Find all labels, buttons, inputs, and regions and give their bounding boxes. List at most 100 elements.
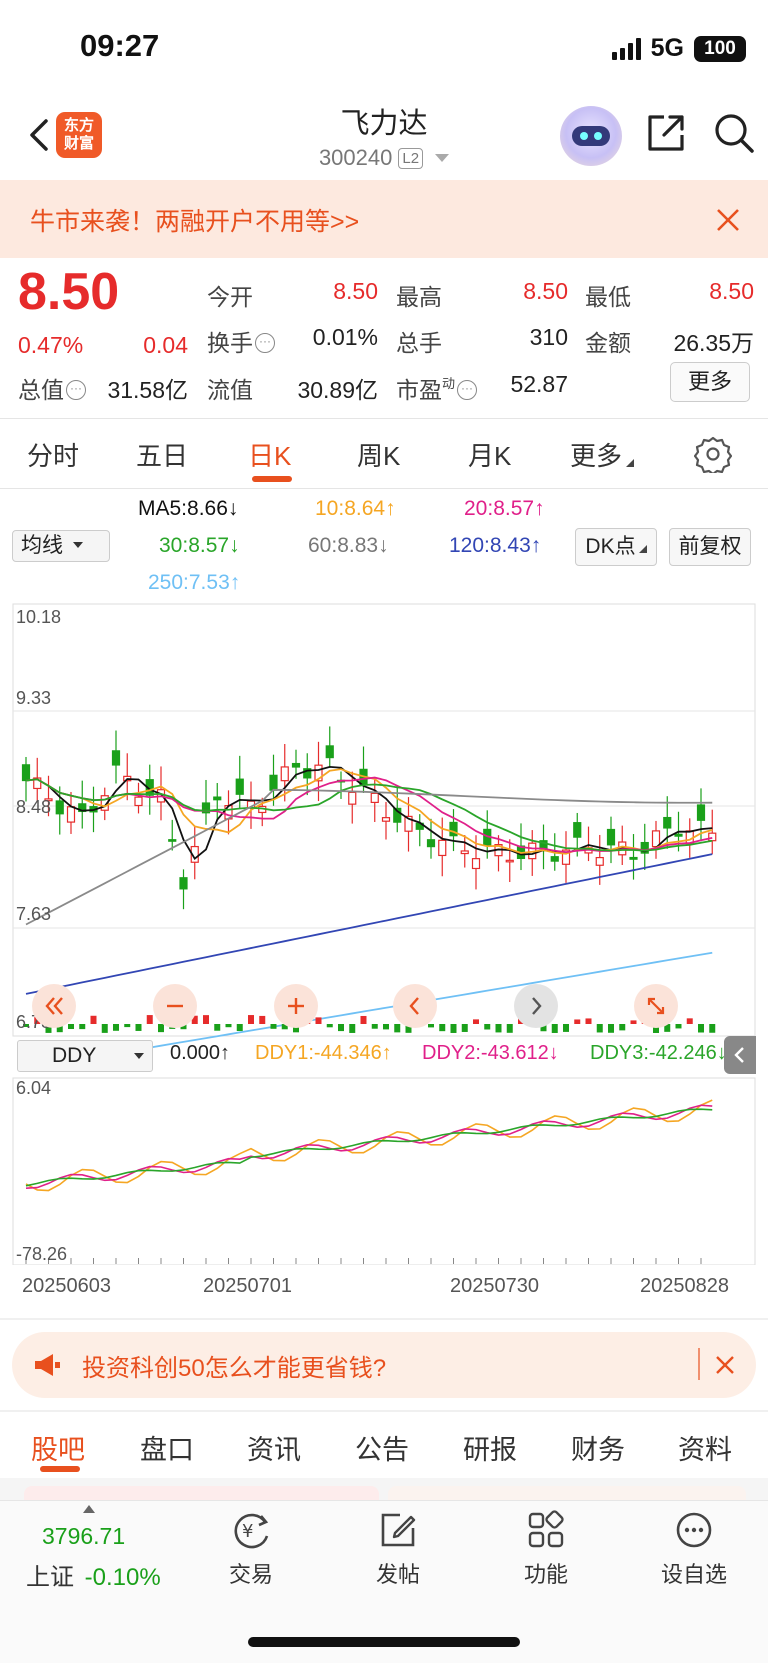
ddy-bar xyxy=(326,1024,333,1028)
candle-body xyxy=(280,766,289,782)
candle-body xyxy=(663,816,672,829)
tab-news[interactable]: 资讯 xyxy=(247,1428,301,1467)
info-icon[interactable]: ··· xyxy=(255,333,275,353)
search-icon[interactable] xyxy=(712,111,756,155)
tab-finance[interactable]: 财务 xyxy=(571,1428,625,1467)
ddy-bar xyxy=(90,1015,97,1024)
more-dots-icon[interactable] xyxy=(674,1510,714,1550)
info-icon[interactable]: ··· xyxy=(457,380,478,400)
ddy-bar xyxy=(101,1024,108,1033)
tab-daily-k[interactable]: 日K xyxy=(248,436,291,473)
candle-body xyxy=(550,856,559,862)
volume-label: 总手 xyxy=(396,330,442,356)
assistant-robot-icon[interactable] xyxy=(560,106,622,166)
share-icon[interactable] xyxy=(644,111,688,155)
tab-forum[interactable]: 股吧 xyxy=(31,1428,85,1467)
ddy-value: 0.000↑ xyxy=(170,1042,231,1064)
ddy-bar xyxy=(461,1024,468,1032)
tab-intraday[interactable]: 分时 xyxy=(27,436,79,473)
tab-more[interactable]: 更多 xyxy=(570,436,635,473)
pe-label[interactable]: 市盈动 ··· xyxy=(396,371,478,405)
index-value[interactable]: 3796.71 xyxy=(42,1523,125,1550)
candle-body xyxy=(235,778,244,795)
ddy1-value: DDY1:-44.346↑ xyxy=(255,1042,392,1064)
banner-text[interactable]: 牛市来袭！两融开户不用等>> xyxy=(30,202,359,238)
ddy-bar xyxy=(608,1024,614,1033)
ma-lines xyxy=(25,765,713,1070)
gear-icon[interactable] xyxy=(694,435,732,473)
mktcap-label[interactable]: 总值 ··· xyxy=(18,371,86,405)
megaphone-icon xyxy=(35,1354,60,1376)
ddy-bar xyxy=(360,1015,367,1024)
index-change: -0.10% xyxy=(84,1564,161,1591)
trade-icon[interactable]: ¥ xyxy=(228,1510,274,1552)
tab-research[interactable]: 研报 xyxy=(463,1428,517,1467)
index-quote[interactable]: 上证 -0.10% xyxy=(26,1557,161,1592)
tab-indicator xyxy=(252,476,292,482)
indicator-label: DDY xyxy=(52,1044,97,1067)
indicator-select[interactable]: DDY xyxy=(17,1040,153,1072)
close-icon[interactable] xyxy=(712,204,744,236)
candle-body xyxy=(381,817,391,822)
candle-body xyxy=(438,839,447,857)
post-icon[interactable] xyxy=(378,1510,418,1550)
fullscreen-button[interactable] xyxy=(634,984,678,1028)
tab-weekly-k[interactable]: 周K xyxy=(357,436,400,473)
candle-body xyxy=(55,800,64,815)
zoom-in-button[interactable] xyxy=(274,984,318,1028)
home-indicator xyxy=(248,1637,520,1647)
adjust-button[interactable]: 前复权 xyxy=(669,528,751,566)
ddy-bar xyxy=(686,1018,693,1024)
collapse-handle[interactable] xyxy=(724,1036,756,1074)
scroll-left-button[interactable] xyxy=(393,984,437,1028)
content-preview xyxy=(0,1478,768,1502)
ddy-bar xyxy=(563,1024,569,1032)
y-axis-label-2: 9.33 xyxy=(16,688,52,708)
ddy-bar xyxy=(371,1024,378,1029)
svg-text:¥: ¥ xyxy=(242,1521,253,1542)
candlestick-chart[interactable] xyxy=(12,603,756,1265)
functions-label[interactable]: 功能 xyxy=(486,1557,606,1589)
grid-icon[interactable] xyxy=(526,1510,566,1550)
ddy-axis-top: 6.04 xyxy=(16,1078,52,1098)
dk-point-button[interactable]: DK点 xyxy=(575,528,657,566)
chevron-left-icon xyxy=(734,1047,744,1063)
tab-order-book[interactable]: 盘口 xyxy=(140,1428,194,1467)
zoom-out-button[interactable] xyxy=(153,984,197,1028)
date-label: 20250701 xyxy=(203,1275,292,1297)
candle-body xyxy=(370,792,379,804)
candle-body xyxy=(460,850,469,855)
scroll-left-fast-button[interactable] xyxy=(32,984,76,1028)
dk-point-label: DK点 xyxy=(585,535,636,558)
more-button[interactable]: 更多 xyxy=(670,362,750,402)
low-value: 8.50 xyxy=(709,278,754,304)
tab-five-day[interactable]: 五日 xyxy=(136,436,188,473)
ma5-value: MA5:8.66↓ xyxy=(138,497,239,520)
scroll-right-button[interactable] xyxy=(514,984,558,1028)
post-label[interactable]: 发帖 xyxy=(338,1557,458,1589)
turnover-label[interactable]: 换手 ··· xyxy=(207,324,275,358)
candle-body xyxy=(269,774,278,791)
ddy-bar xyxy=(506,1024,513,1033)
watchlist-label[interactable]: 设自选 xyxy=(634,1557,754,1589)
tab-monthly-k[interactable]: 月K xyxy=(468,436,511,473)
candle-body xyxy=(629,856,638,860)
high-label: 最高 xyxy=(396,284,442,310)
promo-text[interactable]: 投资科创50怎么才能更省钱? xyxy=(82,1348,386,1383)
float-value: 30.89亿 xyxy=(297,377,378,403)
ma-type-select[interactable]: 均线 xyxy=(12,530,110,562)
trade-label[interactable]: 交易 xyxy=(191,1557,311,1589)
index-name: 上证 xyxy=(26,1564,74,1591)
candle-body xyxy=(21,764,31,782)
double-chevron-left-icon xyxy=(45,997,63,1015)
ddy-bar xyxy=(315,1017,322,1024)
ddy-bar xyxy=(698,1024,704,1033)
chevron-down-icon xyxy=(134,1053,144,1059)
y-axis-label-3: 8.48 xyxy=(16,797,52,817)
tab-announcements[interactable]: 公告 xyxy=(355,1428,409,1467)
info-icon[interactable]: ··· xyxy=(66,380,86,400)
close-icon[interactable] xyxy=(712,1352,738,1378)
tab-profile[interactable]: 资料 xyxy=(678,1428,732,1467)
open-label: 今开 xyxy=(207,284,253,310)
ma120-line xyxy=(25,853,713,995)
